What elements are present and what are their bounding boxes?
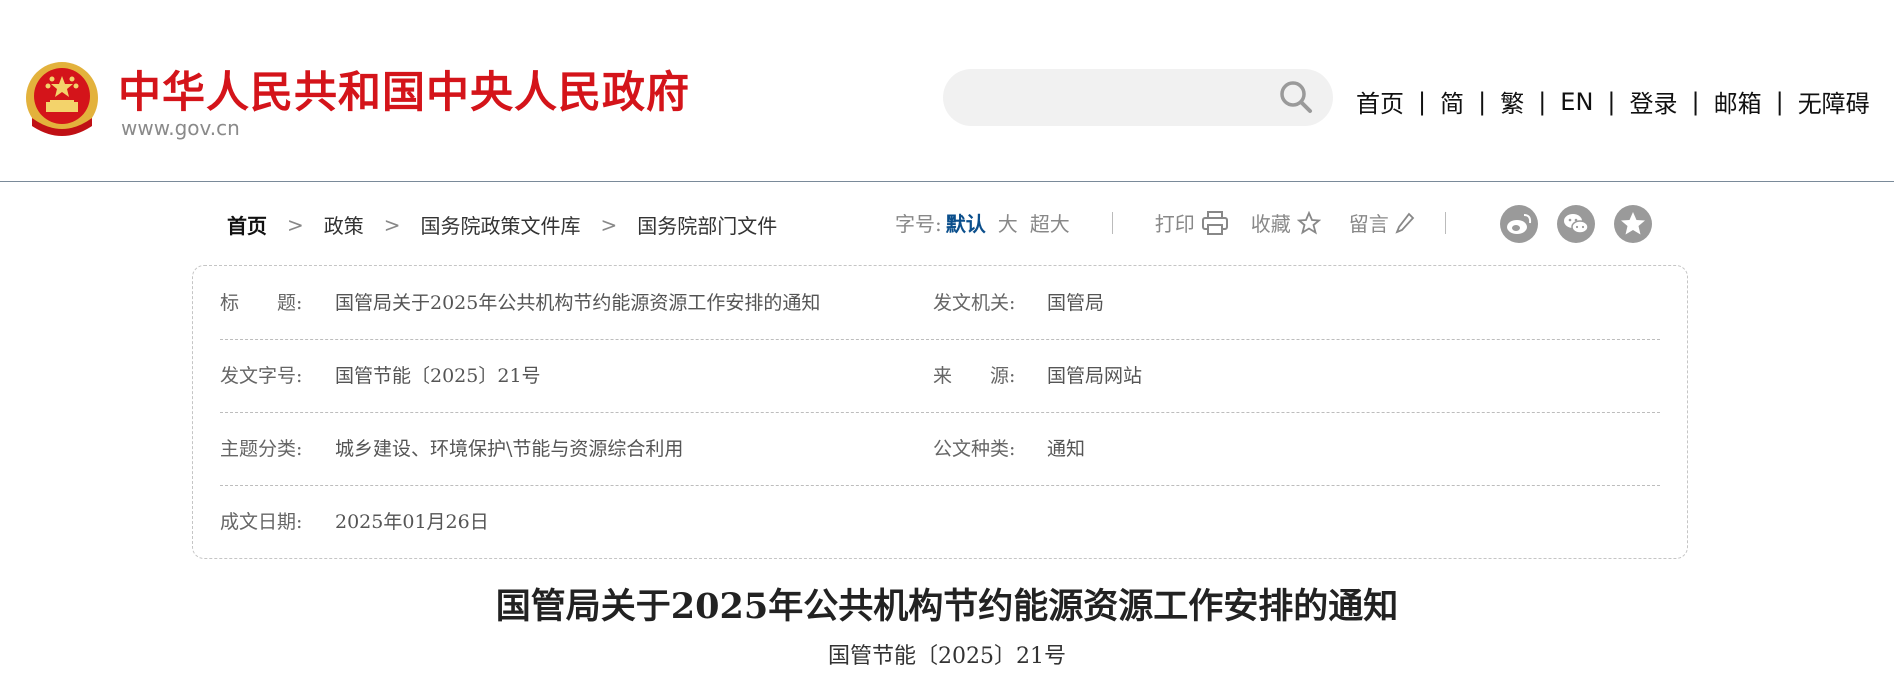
issuer-label: 发文机关:	[933, 292, 1016, 314]
chevron-right-icon: >	[287, 212, 304, 237]
issuer-value: 国管局	[1047, 292, 1105, 314]
chevron-right-icon: >	[600, 212, 618, 237]
national-emblem-icon[interactable]	[24, 60, 100, 140]
nav-traditional[interactable]: 繁	[1500, 84, 1524, 119]
topic-label: 主题分类:	[220, 438, 303, 460]
nav-mail[interactable]: 邮箱	[1714, 84, 1762, 119]
source-value: 国管局网站	[1047, 365, 1143, 387]
breadcrumb-department-docs[interactable]: 国务院部门文件	[637, 210, 777, 239]
source-label: 来 源:	[933, 365, 1016, 387]
nav-separator: |	[1691, 87, 1700, 116]
wechat-icon[interactable]	[1557, 205, 1595, 243]
nav-simplified[interactable]: 简	[1440, 84, 1464, 119]
topic-value: 城乡建设、环境保护\节能与资源综合利用	[335, 438, 684, 460]
print-label[interactable]: 打印	[1155, 208, 1195, 237]
doc-number-value: 国管节能〔2025〕21号	[335, 365, 541, 387]
article-tools: 字号: 默认 大 超大 打印 收藏 留言	[895, 208, 1446, 237]
site-title[interactable]: 中华人民共和国中央人民政府	[118, 58, 690, 120]
breadcrumb-policy-library[interactable]: 国务院政策文件库	[421, 210, 581, 239]
search-box[interactable]	[943, 69, 1333, 128]
font-size-default[interactable]: 默认	[946, 208, 986, 237]
font-size-xlarge[interactable]: 超大	[1030, 208, 1070, 237]
nav-accessibility[interactable]: 无障碍	[1798, 84, 1870, 119]
font-size-large[interactable]: 大	[998, 208, 1018, 237]
nav-separator: |	[1607, 87, 1616, 116]
nav-english[interactable]: EN	[1560, 88, 1593, 116]
info-row: 标 题: 国管局关于2025年公共机构节约能源资源工作安排的通知 发文机关: 国…	[220, 266, 1660, 340]
tools-divider	[1111, 211, 1113, 234]
info-row: 发文字号: 国管节能〔2025〕21号 来 源: 国管局网站	[220, 339, 1660, 413]
date-value: 2025年01月26日	[335, 511, 489, 533]
title-value: 国管局关于2025年公共机构节约能源资源工作安排的通知	[335, 292, 821, 314]
document-info-box: 标 题: 国管局关于2025年公共机构节约能源资源工作安排的通知 发文机关: 国…	[192, 265, 1688, 559]
printer-icon[interactable]	[1201, 210, 1229, 236]
qzone-icon[interactable]	[1614, 205, 1652, 243]
pencil-icon[interactable]	[1395, 212, 1415, 234]
nav-separator: |	[1775, 87, 1784, 116]
title-label: 标 题:	[220, 292, 303, 314]
article-title: 国管局关于2025年公共机构节约能源资源工作安排的通知	[495, 586, 1399, 627]
info-row: 主题分类: 城乡建设、环境保护\节能与资源综合利用 公文种类: 通知	[220, 412, 1660, 486]
nav-home[interactable]: 首页	[1356, 84, 1404, 119]
weibo-icon[interactable]	[1500, 205, 1538, 243]
favorite-label[interactable]: 收藏	[1251, 208, 1291, 237]
comment-label[interactable]: 留言	[1349, 208, 1389, 237]
info-row: 成文日期: 2025年01月26日	[220, 485, 1660, 558]
nav-separator: |	[1538, 87, 1547, 116]
nav-separator: |	[1418, 87, 1427, 116]
nav-separator: |	[1478, 87, 1487, 116]
nav-login[interactable]: 登录	[1630, 84, 1678, 119]
search-icon[interactable]	[1278, 79, 1314, 115]
article-doc-number: 国管节能〔2025〕21号	[828, 644, 1066, 669]
breadcrumb-policy[interactable]: 政策	[324, 210, 364, 239]
star-icon[interactable]	[1296, 210, 1321, 235]
site-header: 中华人民共和国中央人民政府 www.gov.cn 首页 | 简 | 繁 | EN…	[0, 0, 1894, 182]
breadcrumb-home[interactable]: 首页	[227, 210, 267, 239]
doc-type-label: 公文种类:	[933, 438, 1016, 460]
date-label: 成文日期:	[220, 511, 303, 533]
tools-divider	[1444, 211, 1446, 234]
site-url[interactable]: www.gov.cn	[121, 116, 240, 140]
top-nav: 首页 | 简 | 繁 | EN | 登录 | 邮箱 | 无障碍	[1356, 84, 1870, 119]
search-input[interactable]	[967, 69, 1271, 128]
breadcrumb: 首页 > 政策 > 国务院政策文件库 > 国务院部门文件	[227, 210, 777, 239]
font-size-label: 字号:	[895, 212, 942, 236]
chevron-right-icon: >	[383, 212, 401, 237]
doc-type-value: 通知	[1047, 438, 1086, 460]
doc-number-label: 发文字号:	[220, 365, 303, 387]
